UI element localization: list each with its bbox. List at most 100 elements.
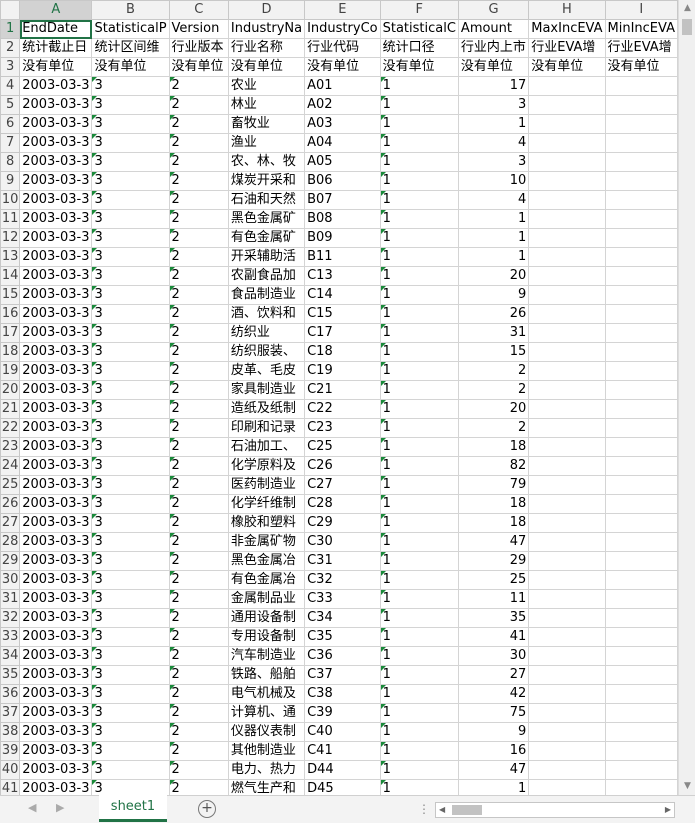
cell[interactable]: 没有单位: [19, 57, 93, 77]
cell-statistical-caliber[interactable]: 1: [379, 76, 459, 96]
cell-date[interactable]: 2003-03-3: [19, 551, 93, 571]
cell-industry-code[interactable]: C39: [304, 703, 381, 723]
cell-industry-code[interactable]: B08: [304, 209, 381, 229]
cell-version[interactable]: 2: [168, 741, 229, 761]
cell-industry-name[interactable]: 食品制造业: [227, 285, 306, 305]
cell-industry-code[interactable]: C35: [304, 627, 381, 647]
cell-amount[interactable]: 25: [457, 570, 530, 590]
cell-industry-name[interactable]: 黑色金属矿: [227, 209, 306, 229]
cell-amount[interactable]: 18: [457, 494, 530, 514]
cell-period[interactable]: 3: [91, 95, 170, 115]
cell-date[interactable]: 2003-03-3: [19, 114, 93, 134]
cell-statistical-caliber[interactable]: 1: [379, 418, 459, 438]
cell[interactable]: [528, 532, 606, 552]
cell-amount[interactable]: 75: [457, 703, 530, 723]
cell-date[interactable]: 2003-03-3: [19, 228, 93, 248]
cell[interactable]: [604, 760, 678, 780]
cell-date[interactable]: 2003-03-3: [19, 133, 93, 153]
cell-statistical-caliber[interactable]: 1: [379, 513, 459, 533]
row-header[interactable]: 38: [0, 722, 21, 742]
cell-amount[interactable]: 1: [457, 228, 530, 248]
cell-industry-code[interactable]: C36: [304, 646, 381, 666]
cell-period[interactable]: 3: [91, 285, 170, 305]
cell-amount[interactable]: 20: [457, 399, 530, 419]
cell-statistical-caliber[interactable]: 1: [379, 247, 459, 267]
cell-industry-code[interactable]: C18: [304, 342, 381, 362]
cell[interactable]: [528, 133, 606, 153]
cell-period[interactable]: 3: [91, 247, 170, 267]
cell[interactable]: [604, 380, 678, 400]
cell-industry-name[interactable]: 专用设备制: [227, 627, 306, 647]
cell-statistical-caliber[interactable]: 1: [379, 760, 459, 780]
cell-amount[interactable]: 47: [457, 760, 530, 780]
cell[interactable]: [528, 266, 606, 286]
cell-date[interactable]: 2003-03-3: [19, 95, 93, 115]
row-header[interactable]: 40: [0, 760, 21, 780]
cell[interactable]: [528, 741, 606, 761]
cell[interactable]: 没有单位: [457, 57, 530, 77]
cell[interactable]: [528, 513, 606, 533]
cell[interactable]: [604, 152, 678, 172]
column-header-d[interactable]: D: [227, 0, 306, 20]
cell-industry-name[interactable]: 黑色金属冶: [227, 551, 306, 571]
cell[interactable]: [604, 627, 678, 647]
cell-amount[interactable]: 15: [457, 342, 530, 362]
cell[interactable]: [528, 323, 606, 343]
cell[interactable]: MinIncEVA: [604, 19, 678, 39]
cell[interactable]: [604, 171, 678, 191]
cell[interactable]: [604, 190, 678, 210]
row-header[interactable]: 16: [0, 304, 21, 324]
cell-amount[interactable]: 4: [457, 133, 530, 153]
cell-period[interactable]: 3: [91, 627, 170, 647]
cell-period[interactable]: 3: [91, 722, 170, 742]
cell-amount[interactable]: 1: [457, 247, 530, 267]
row-header[interactable]: 9: [0, 171, 21, 191]
cell[interactable]: 统计截止日: [19, 38, 93, 58]
row-header[interactable]: 20: [0, 380, 21, 400]
cell-amount[interactable]: 27: [457, 665, 530, 685]
cell-date[interactable]: 2003-03-3: [19, 380, 93, 400]
cell-period[interactable]: 3: [91, 228, 170, 248]
cell[interactable]: [604, 722, 678, 742]
cell[interactable]: [604, 304, 678, 324]
cell-industry-name[interactable]: 印刷和记录: [227, 418, 306, 438]
cell-statistical-caliber[interactable]: 1: [379, 608, 459, 628]
cell[interactable]: [528, 722, 606, 742]
cell-industry-name[interactable]: 金属制品业: [227, 589, 306, 609]
scroll-left-arrow-icon[interactable]: ◀: [439, 803, 445, 817]
cell-version[interactable]: 2: [168, 684, 229, 704]
cell-statistical-caliber[interactable]: 1: [379, 437, 459, 457]
cell-version[interactable]: 2: [168, 209, 229, 229]
row-header[interactable]: 11: [0, 209, 21, 229]
cell-industry-code[interactable]: A03: [304, 114, 381, 134]
cell-statistical-caliber[interactable]: 1: [379, 646, 459, 666]
cell-industry-code[interactable]: C27: [304, 475, 381, 495]
cell[interactable]: [528, 475, 606, 495]
cell-period[interactable]: 3: [91, 608, 170, 628]
cell-statistical-caliber[interactable]: 1: [379, 95, 459, 115]
cell-version[interactable]: 2: [168, 513, 229, 533]
cell-industry-name[interactable]: 铁路、船舶: [227, 665, 306, 685]
cell[interactable]: [528, 228, 606, 248]
cell-industry-code[interactable]: C31: [304, 551, 381, 571]
cell[interactable]: [528, 684, 606, 704]
cell[interactable]: [528, 779, 606, 795]
cell-period[interactable]: 3: [91, 76, 170, 96]
cell-industry-code[interactable]: C23: [304, 418, 381, 438]
cell[interactable]: [604, 646, 678, 666]
cell[interactable]: 行业EVA增: [604, 38, 678, 58]
cell-version[interactable]: 2: [168, 589, 229, 609]
cell[interactable]: Version: [168, 19, 229, 39]
cell-version[interactable]: 2: [168, 304, 229, 324]
cell-date[interactable]: 2003-03-3: [19, 266, 93, 286]
cell-version[interactable]: 2: [168, 722, 229, 742]
cell-period[interactable]: 3: [91, 513, 170, 533]
cell-period[interactable]: 3: [91, 380, 170, 400]
column-header-f[interactable]: F: [379, 0, 459, 20]
cell-date[interactable]: 2003-03-3: [19, 494, 93, 514]
cell-statistical-caliber[interactable]: 1: [379, 323, 459, 343]
horizontal-scroll-thumb[interactable]: [452, 805, 482, 815]
cell-industry-name[interactable]: 仪器仪表制: [227, 722, 306, 742]
cell-amount[interactable]: 11: [457, 589, 530, 609]
cell[interactable]: [604, 285, 678, 305]
